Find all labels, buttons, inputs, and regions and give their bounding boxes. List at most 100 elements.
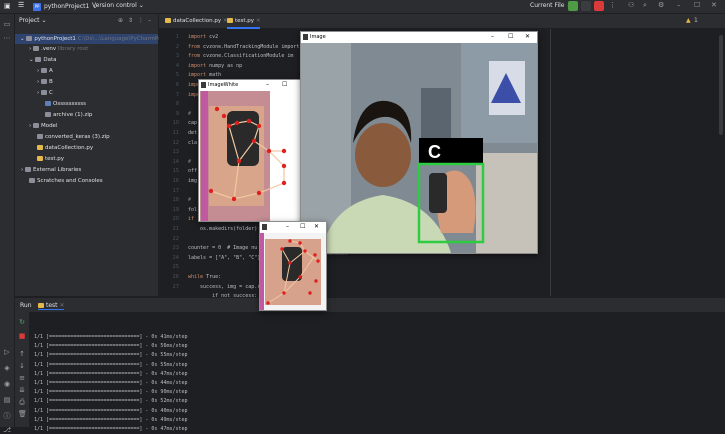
code-line[interactable]: cla bbox=[188, 140, 197, 146]
soft-wrap-icon[interactable]: ≡ bbox=[18, 374, 26, 382]
maximize-icon[interactable]: ☐ bbox=[694, 1, 700, 9]
locate-icon[interactable]: ⊕ bbox=[118, 17, 123, 24]
warning-icon[interactable]: ▲ bbox=[686, 17, 691, 24]
code-line[interactable]: # bbox=[188, 111, 194, 117]
window-title-bar[interactable]: – ☐ ✕ bbox=[260, 222, 326, 233]
hide-panel-icon[interactable]: – bbox=[148, 17, 151, 24]
minimize-icon[interactable]: – bbox=[677, 1, 681, 9]
code-line[interactable]: counter = 0 # Image nu bbox=[188, 245, 257, 251]
code-line[interactable]: # bbox=[188, 197, 194, 203]
project-selector[interactable]: PP pythonProject1 ⌄ bbox=[33, 2, 97, 11]
python-packages-icon[interactable]: ◈ bbox=[3, 364, 11, 372]
code-line[interactable]: import cv2 bbox=[188, 34, 218, 40]
window-title-bar[interactable]: ImageWhite – ☐ ✕ bbox=[199, 80, 310, 91]
image-window[interactable]: Image – ☐ ✕ C bbox=[300, 31, 538, 254]
code-line[interactable]: os.makedirs(folder) bbox=[188, 226, 257, 232]
gear-icon[interactable]: ⚙ bbox=[658, 1, 664, 9]
code-line[interactable]: img bbox=[188, 178, 197, 184]
print-icon[interactable]: ⎙ bbox=[18, 398, 26, 406]
close-tab-icon[interactable]: ✕ bbox=[59, 302, 64, 309]
main-menu-icon[interactable]: ☰ bbox=[18, 1, 24, 9]
line-number: 3 bbox=[175, 53, 179, 60]
search-icon[interactable]: ⌕ bbox=[643, 1, 647, 10]
code-line[interactable]: while True: bbox=[188, 274, 221, 280]
tree-item-oss[interactable]: Ossssssssss bbox=[45, 99, 86, 109]
title-bar: ▣ ☰ PP pythonProject1 ⌄ Version control … bbox=[0, 0, 725, 14]
tree-item-root[interactable]: ⌄ pythonProject1 C:\Ds\...\Language\PyCh… bbox=[15, 34, 177, 44]
expand-all-icon[interactable]: ⇕ bbox=[128, 17, 133, 24]
tree-item-datacollection[interactable]: dataCollection.py bbox=[37, 143, 93, 153]
code-line[interactable]: labels = ["A", "B", "C"] bbox=[188, 255, 260, 261]
tree-item-archive[interactable]: archive (1).zip bbox=[45, 110, 92, 120]
code-line[interactable]: from cvzone.HandTrackingModule import bbox=[188, 44, 299, 50]
minimize-icon[interactable]: – bbox=[491, 33, 494, 40]
code-line[interactable]: # bbox=[188, 159, 194, 165]
user-icon[interactable]: ⚇ bbox=[628, 1, 634, 9]
version-control-menu[interactable]: Version control ⌄ bbox=[92, 2, 144, 9]
app-logo-icon[interactable]: ▣ bbox=[4, 2, 11, 10]
code-token: from bbox=[188, 43, 201, 50]
tree-item-scratches[interactable]: Scratches and Consoles bbox=[29, 176, 103, 186]
debug-button[interactable] bbox=[581, 1, 591, 11]
code-line[interactable]: success, img = cap.r bbox=[188, 284, 260, 290]
services-icon[interactable]: ◉ bbox=[3, 380, 11, 388]
run-button[interactable] bbox=[568, 1, 578, 11]
trash-icon[interactable]: 🗑 bbox=[18, 410, 27, 418]
line-number: 27 bbox=[172, 283, 179, 290]
window-title-bar[interactable]: Image – ☐ ✕ bbox=[301, 32, 537, 43]
problems-icon[interactable]: ⓘ bbox=[3, 412, 11, 420]
rerun-icon[interactable]: ↻ bbox=[18, 318, 26, 326]
tree-item-folder-b[interactable]: › B bbox=[37, 77, 53, 87]
code-token: import bbox=[188, 34, 207, 40]
more-icon[interactable]: ⋮ bbox=[609, 1, 616, 9]
maximize-icon[interactable]: ☐ bbox=[282, 81, 287, 88]
code-line[interactable]: import numpy as np bbox=[188, 63, 242, 69]
tab-datacollection[interactable]: dataCollection.py ✕ bbox=[165, 16, 227, 27]
structure-tool-icon[interactable]: ⋯ bbox=[3, 34, 11, 42]
code-line[interactable]: off bbox=[188, 168, 197, 174]
close-icon[interactable]: ✕ bbox=[314, 223, 319, 230]
code-line[interactable]: if bbox=[188, 216, 197, 222]
project-tool-icon[interactable]: ▭ bbox=[3, 20, 11, 28]
maximize-icon[interactable]: ☐ bbox=[300, 223, 305, 230]
project-panel-title[interactable]: Project ⌄ bbox=[19, 17, 46, 24]
imagewhite-window[interactable]: ImageWhite – ☐ ✕ bbox=[198, 79, 311, 222]
maximize-icon[interactable]: ☐ bbox=[508, 33, 513, 40]
down-arrow-icon[interactable]: ↓ bbox=[18, 362, 26, 370]
close-icon[interactable]: ✕ bbox=[525, 33, 530, 40]
scroll-end-icon[interactable]: ⇊ bbox=[18, 386, 26, 394]
editor-scrollbar[interactable] bbox=[719, 35, 723, 135]
tree-item-data[interactable]: ⌄ Data bbox=[29, 55, 57, 65]
stop-button[interactable] bbox=[594, 1, 604, 11]
tab-test[interactable]: test.py ✕ bbox=[227, 16, 261, 29]
options-icon[interactable]: ⋮ bbox=[138, 17, 144, 24]
tree-item-folder-a[interactable]: › A bbox=[37, 66, 53, 76]
code-line[interactable]: from cvzone.ClassificationModule im bbox=[188, 53, 293, 59]
minimize-icon[interactable]: – bbox=[266, 81, 269, 88]
project-badge: PP bbox=[33, 2, 41, 11]
tree-item-converted[interactable]: converted_keras (3).zip bbox=[37, 132, 110, 142]
tree-item-model[interactable]: › Model bbox=[29, 121, 57, 131]
line-number: 20 bbox=[172, 216, 179, 223]
run-config-selector[interactable]: Current File ⌄ bbox=[530, 2, 571, 9]
terminal-icon[interactable]: ▤ bbox=[3, 396, 11, 404]
tab-run-test[interactable]: test ✕ bbox=[38, 302, 65, 310]
close-icon[interactable]: ✕ bbox=[711, 1, 717, 9]
tree-item-external-libraries[interactable]: › External Libraries bbox=[21, 165, 81, 175]
code-line[interactable]: fol bbox=[188, 207, 197, 213]
git-icon[interactable]: ⎇ bbox=[3, 426, 11, 434]
tree-item-test[interactable]: test.py bbox=[37, 154, 64, 164]
run-panel-title[interactable]: Run bbox=[20, 302, 32, 309]
stop-icon[interactable]: ■ bbox=[18, 332, 26, 340]
minimize-icon[interactable]: – bbox=[286, 223, 289, 230]
close-tab-icon[interactable]: ✕ bbox=[256, 18, 261, 24]
run-console[interactable]: 1/1 [==============================] - 0… bbox=[30, 312, 725, 432]
imagecrop-window[interactable]: – ☐ ✕ bbox=[259, 221, 327, 311]
run-tool-icon[interactable]: ▷ bbox=[3, 348, 11, 356]
up-arrow-icon[interactable]: ↑ bbox=[18, 350, 26, 358]
tree-item-venv[interactable]: › .venv library root bbox=[29, 44, 88, 54]
tree-item-folder-c[interactable]: › C bbox=[37, 88, 53, 98]
code-line[interactable]: det bbox=[188, 130, 197, 136]
code-line[interactable]: cap bbox=[188, 120, 197, 126]
code-line[interactable]: import math bbox=[188, 72, 221, 78]
